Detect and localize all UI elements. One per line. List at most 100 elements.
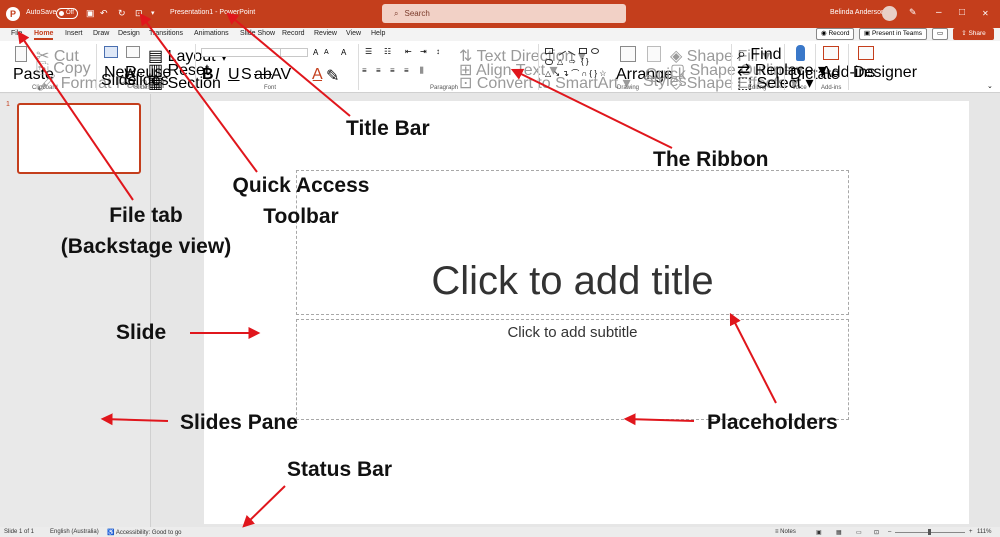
shape-textbox-icon[interactable] [545, 48, 553, 54]
line-spacing-icon[interactable]: ↕ [436, 47, 440, 56]
normal-view-icon[interactable]: ▣ [816, 529, 822, 536]
tab-home[interactable]: Home [34, 30, 54, 40]
underline-button[interactable]: U [228, 66, 240, 84]
new-slide-icon[interactable] [104, 46, 118, 58]
zoom-out-icon[interactable]: – [888, 529, 891, 535]
bold-button[interactable]: B [202, 66, 214, 84]
comments-icon[interactable]: ▭ [932, 28, 948, 40]
present-icon[interactable]: ⊡ [135, 8, 143, 19]
align-left-icon[interactable]: ≡ [362, 66, 367, 75]
tab-slide-show[interactable]: Slide Show [240, 30, 275, 37]
highlight-icon[interactable]: ✎ [326, 66, 339, 86]
search-box[interactable]: ⌕ Search [382, 4, 626, 23]
present-in-teams-button[interactable]: ▣ Present in Teams [859, 28, 928, 40]
notes-button[interactable]: ≡ Notes [775, 529, 796, 535]
shape-rectangle-icon[interactable] [579, 48, 587, 54]
avatar[interactable] [882, 6, 897, 21]
ribbon-divider [358, 44, 359, 90]
title-placeholder[interactable]: Click to add title [296, 170, 849, 315]
zoom-slider-handle[interactable] [928, 529, 931, 535]
zoom-level[interactable]: 111% [977, 529, 991, 535]
tab-file[interactable]: File [11, 30, 22, 37]
group-voice: Voice [792, 85, 807, 91]
bullets-icon[interactable]: ☰ [365, 47, 372, 56]
ribbon-divider [815, 44, 816, 90]
shrink-font-button[interactable]: A [324, 49, 329, 56]
shape-oval-icon[interactable] [591, 48, 599, 54]
slide-thumbnail-number: 1 [6, 101, 10, 108]
tab-view[interactable]: View [346, 30, 361, 37]
indent-icon[interactable]: ⇤ [405, 47, 412, 56]
italic-button[interactable]: I [215, 66, 219, 84]
slideshow-icon[interactable]: ⊡ [874, 529, 879, 536]
shape-arrow-icon[interactable]: ⇨ [569, 57, 576, 66]
tab-review[interactable]: Review [314, 30, 337, 37]
share-button[interactable]: ⇪ Share [953, 28, 994, 40]
autosave-toggle[interactable]: Off [56, 8, 78, 19]
group-add-ins: Add-ins [821, 85, 842, 91]
user-name[interactable]: Belinda Anderson [830, 9, 885, 16]
grow-font-button[interactable]: A [313, 48, 318, 57]
slide-thumbnail[interactable] [17, 103, 141, 174]
pen-icon[interactable]: ✎ [909, 7, 917, 18]
language-indicator[interactable]: English (Australia) [50, 529, 99, 535]
tab-help[interactable]: Help [371, 30, 385, 37]
justify-icon[interactable]: ≡ [404, 66, 409, 75]
autosave-label: AutoSave [26, 9, 57, 16]
paste-icon[interactable] [15, 46, 27, 62]
powerpoint-window: P AutoSave Off ▣ ↶ ↻ ⊡ ▾ Presentation1 -… [0, 0, 1000, 537]
minimize-button[interactable]: – [936, 7, 942, 18]
accessibility-status[interactable]: ♿ Accessibility: Good to go [107, 529, 182, 536]
shape-rounded-icon[interactable] [545, 59, 553, 65]
designer-icon[interactable] [858, 46, 874, 60]
ribbon-divider [731, 44, 732, 90]
shape-triangle-icon[interactable]: △ [557, 57, 563, 66]
character-spacing-button[interactable]: AV [271, 66, 291, 84]
tab-transitions[interactable]: Transitions [149, 30, 183, 37]
title-bar: P AutoSave Off ▣ ↶ ↻ ⊡ ▾ Presentation1 -… [0, 0, 1000, 28]
annotation-slide: Slide [116, 321, 167, 344]
save-icon[interactable]: ▣ [86, 8, 95, 19]
font-size-select[interactable] [280, 48, 308, 57]
shape-triangle-icon[interactable]: △ ↘ ↴ ⌒ ∩ { } ☆ [545, 68, 606, 79]
tab-record[interactable]: Record [282, 30, 305, 37]
tab-draw[interactable]: Draw [93, 30, 109, 37]
align-center-icon[interactable]: ≡ [376, 66, 381, 75]
ribbon-divider [538, 44, 539, 90]
customize-icon[interactable]: ▾ [151, 8, 155, 19]
columns-icon[interactable]: ⫼ [420, 66, 424, 76]
shadow-text-button[interactable]: S [241, 66, 252, 84]
group-paragraph: Paragraph [430, 85, 459, 91]
maximize-button[interactable]: □ [959, 7, 965, 18]
title-placeholder-text: Click to add title [431, 259, 714, 303]
outdent-icon[interactable]: ⇥ [420, 47, 427, 56]
strikethrough-button[interactable]: ab [254, 66, 272, 84]
record-button[interactable]: ◉ Record [816, 28, 855, 40]
reading-view-icon[interactable]: ▭ [856, 529, 862, 536]
align-right-icon[interactable]: ≡ [390, 66, 395, 75]
slide-sorter-icon[interactable]: ▦ [836, 529, 842, 536]
tab-design[interactable]: Design [118, 30, 140, 37]
font-color-icon[interactable]: A̲ [312, 66, 323, 84]
numbering-icon[interactable]: ☷ [384, 47, 391, 56]
zoom-in-icon[interactable]: + [969, 529, 973, 535]
quick-styles-icon[interactable] [647, 46, 661, 62]
tab-insert[interactable]: Insert [65, 30, 83, 37]
reuse-slides-icon[interactable] [126, 46, 140, 58]
close-button[interactable]: ✕ [982, 9, 989, 18]
clear-formatting-button[interactable]: A [341, 48, 346, 57]
subtitle-placeholder-text: Click to add subtitle [507, 324, 638, 341]
undo-icon[interactable]: ↶ [100, 8, 108, 19]
arrange-icon[interactable] [620, 46, 636, 62]
annotation-file-tab-line2: (Backstage view) [60, 235, 232, 258]
shape-bracket-icon[interactable]: { } [581, 57, 589, 66]
search-icon: ⌕ [394, 9, 399, 18]
collapse-ribbon-icon[interactable]: ⌄ [987, 82, 993, 90]
microphone-icon[interactable] [796, 45, 805, 61]
redo-icon[interactable]: ↻ [118, 8, 126, 19]
subtitle-placeholder[interactable]: Click to add subtitle [296, 319, 849, 420]
designer-button[interactable]: Designer [853, 64, 917, 82]
add-ins-icon[interactable] [823, 46, 839, 60]
tab-animations[interactable]: Animations [194, 30, 229, 37]
group-drawing: Drawing [617, 85, 640, 91]
